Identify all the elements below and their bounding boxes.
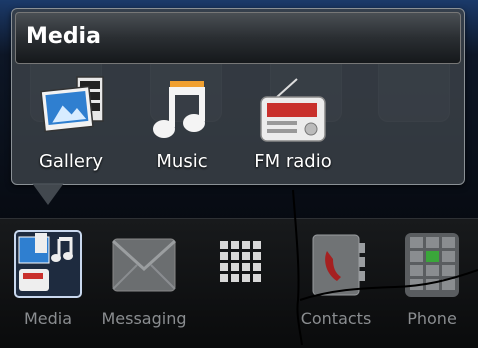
music-label: Music (156, 151, 208, 172)
dock-item-media[interactable]: Media (3, 229, 93, 328)
fm-radio-label: FM radio (254, 151, 332, 172)
gallery-app[interactable]: Gallery (16, 75, 126, 185)
music-app[interactable]: Music (127, 75, 237, 185)
media-folder-popup: Media Gallery Music FM radio (11, 8, 465, 185)
dock-bar: Media Messaging Contacts Phone (0, 218, 478, 348)
popup-title: Media (26, 24, 101, 49)
fm-radio-icon (260, 78, 326, 142)
dock-label-media: Media (23, 309, 73, 328)
envelope-icon (111, 238, 177, 292)
dock-item-phone[interactable]: Phone (387, 229, 477, 328)
dock-label-phone: Phone (407, 309, 457, 328)
popup-title-bar: Media (15, 12, 461, 64)
popup-pointer-arrow (32, 183, 64, 205)
all-apps-button[interactable] (195, 229, 285, 309)
media-folder-icon (14, 230, 82, 298)
dock-label-contacts: Contacts (300, 309, 372, 328)
dock-label-messaging: Messaging (101, 309, 187, 328)
gallery-icon (40, 76, 104, 133)
music-icon (153, 81, 205, 138)
app-grid-icon (220, 241, 261, 282)
contacts-book-icon (312, 234, 365, 296)
dock-item-contacts[interactable]: Contacts (291, 229, 381, 328)
dialpad-icon (405, 233, 459, 297)
dock-item-messaging[interactable]: Messaging (99, 229, 189, 328)
gallery-label: Gallery (38, 151, 104, 172)
fm-radio-app[interactable]: FM radio (238, 75, 348, 185)
